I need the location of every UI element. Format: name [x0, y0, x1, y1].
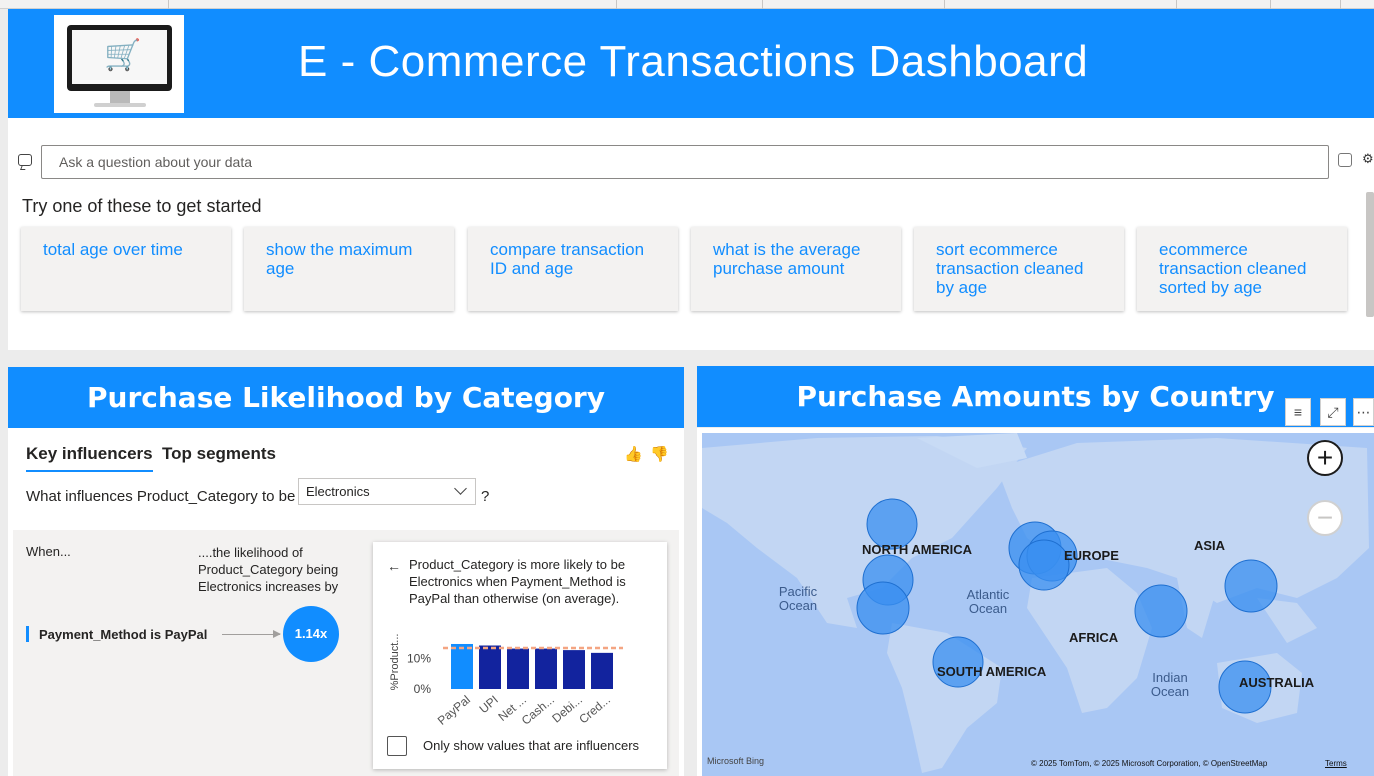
page-title: E - Commerce Transactions Dashboard: [298, 37, 1089, 86]
label-australia: AUSTRALIA: [1239, 675, 1315, 690]
influencer-question: What influences Product_Category to be: [26, 488, 296, 505]
y-axis-label: %Product...: [389, 634, 401, 691]
bar[interactable]: [563, 650, 585, 689]
suggestion-chip[interactable]: sort ecommerce transaction cleaned by ag…: [914, 227, 1124, 311]
question-mark: ?: [481, 488, 490, 505]
influencer-marker: [26, 626, 29, 642]
category-dropdown[interactable]: Electronics: [298, 478, 476, 505]
zoom-out-button[interactable]: −: [1307, 500, 1343, 536]
map-visual: NORTH AMERICA EUROPE ASIA AFRICA SOUTH A…: [697, 428, 1374, 776]
terms-link[interactable]: Terms: [1325, 759, 1347, 768]
x-tick-label: PayPal: [435, 693, 473, 728]
scrollbar[interactable]: [1366, 192, 1374, 317]
more-options-icon[interactable]: ⋯: [1353, 398, 1374, 426]
shopping-cart-logo: 🛒: [54, 15, 184, 113]
suggestions-prompt: Try one of these to get started: [22, 196, 262, 216]
label-europe: EUROPE: [1064, 548, 1119, 563]
gear-icon[interactable]: ⚙: [1362, 151, 1374, 167]
arrow-icon: [222, 630, 281, 638]
key-influencers-visual: Key influencers Top segments 👍 👎 What in…: [8, 428, 684, 776]
share-icon[interactable]: [1338, 153, 1352, 167]
y-tick-label: 0%: [414, 682, 432, 696]
qa-visual: ⚙ Try one of these to get started total …: [8, 118, 1374, 350]
tab-key-influencers[interactable]: Key influencers: [26, 444, 153, 472]
suggestion-chip[interactable]: total age over time: [21, 227, 231, 311]
influencer-label[interactable]: Payment_Method is PayPal: [39, 627, 207, 642]
label-asia: ASIA: [1194, 538, 1226, 553]
x-tick-label: Cash...: [519, 693, 557, 728]
likelihood-label: ....the likelihood of Product_Category b…: [198, 545, 339, 594]
bar[interactable]: [451, 643, 473, 689]
zoom-in-button[interactable]: +: [1307, 440, 1343, 476]
bar[interactable]: [479, 645, 501, 689]
purchase-amounts-title: Purchase Amounts by Country: [697, 366, 1374, 427]
label-indian: Indian Ocean: [1150, 670, 1190, 699]
when-label: When...: [26, 544, 71, 559]
bar[interactable]: [591, 652, 613, 689]
bar[interactable]: [535, 648, 557, 689]
tab-top-segments[interactable]: Top segments: [162, 444, 276, 470]
back-arrow-icon[interactable]: ←: [387, 558, 401, 574]
label-south-america: SOUTH AMERICA: [937, 664, 1047, 679]
detail-text: Product_Category is more likely to be El…: [409, 557, 626, 606]
label-pacific: Pacific Ocean: [778, 584, 818, 613]
label-africa: AFRICA: [1069, 630, 1119, 645]
label-atlantic: Atlantic Ocean: [966, 587, 1010, 616]
checkbox-label: Only show values that are influencers: [423, 738, 640, 753]
dropdown-value: Electronics: [306, 484, 370, 499]
label-north-america: NORTH AMERICA: [862, 542, 973, 557]
suggestion-chip[interactable]: compare transaction ID and age: [468, 227, 678, 311]
thumbs-up-icon[interactable]: 👍: [624, 445, 643, 463]
filter-icon[interactable]: ≡: [1285, 398, 1311, 426]
influencer-bar-chart: %Product... 0%10%PayPal UPINet ...Cash...D…: [389, 634, 623, 728]
chat-icon: [18, 154, 32, 166]
suggestion-chip[interactable]: ecommerce transaction cleaned sorted by …: [1137, 227, 1347, 311]
top-strip: [0, 0, 1374, 9]
bar[interactable]: [507, 648, 529, 689]
purchase-likelihood-title: Purchase Likelihood by Category: [8, 367, 684, 428]
thumbs-down-icon[interactable]: 👎: [650, 445, 669, 463]
influencer-body: When... ....the likelihood of Product_Ca…: [13, 530, 679, 776]
dashboard-header: 🛒 E - Commerce Transactions Dashboard: [8, 9, 1374, 118]
focus-mode-icon[interactable]: ⤢: [1320, 398, 1346, 426]
chevron-down-icon: [454, 482, 467, 495]
map-attribution: © 2025 TomTom, © 2025 Microsoft Corporat…: [1031, 759, 1268, 768]
suggestion-chip[interactable]: what is the average purchase amount: [691, 227, 901, 311]
bing-logo: Microsoft Bing: [707, 756, 765, 766]
influencers-only-checkbox[interactable]: [387, 736, 407, 756]
x-tick-label: Cred...: [576, 693, 613, 727]
influencer-detail-card: ← Product_Category is more likely to be …: [373, 542, 667, 769]
ask-question-input[interactable]: [41, 145, 1329, 179]
influencer-bubble[interactable]: 1.14x: [283, 606, 339, 662]
y-tick-label: 10%: [407, 651, 431, 665]
suggestion-chip[interactable]: show the maximum age: [244, 227, 454, 311]
